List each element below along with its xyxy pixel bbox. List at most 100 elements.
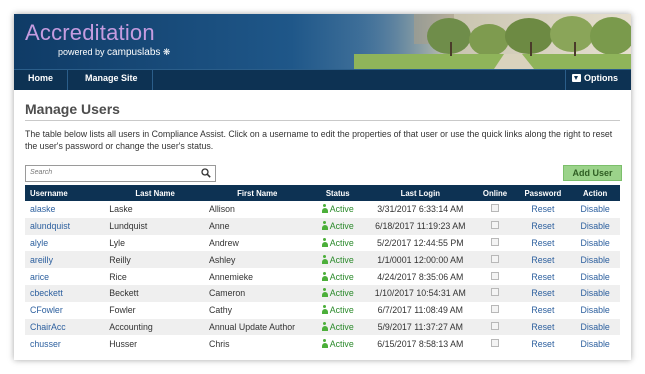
col-action[interactable]: Action [570,185,620,201]
online-cell [475,235,516,252]
reset-password-link[interactable]: Reset [515,218,570,235]
chevron-down-icon [572,74,581,82]
last-login-cell: 6/18/2017 11:19:23 AM [375,221,466,232]
app-window: Accreditation powered by campuslabs ❋ Ho… [14,14,631,360]
user-icon [321,204,328,214]
username-link[interactable]: chusser [25,335,105,352]
user-icon [321,288,328,298]
col-online[interactable]: Online [475,185,516,201]
status-label: Active [329,204,354,215]
first-name-cell: Chris [209,338,230,349]
reset-password-link[interactable]: Reset [515,201,570,218]
last-name-cell: Laske [109,204,133,215]
col-username[interactable]: Username [25,185,105,201]
disable-user-link[interactable]: Disable [570,302,620,319]
disable-user-link[interactable]: Disable [570,335,620,352]
username-link[interactable]: areilly [25,251,105,268]
last-name-cell: Beckett [109,288,139,299]
disable-user-link[interactable]: Disable [570,218,620,235]
first-name-cell: Anne [209,221,230,232]
username-link[interactable]: ChairAcc [25,319,105,336]
user-icon [321,321,328,331]
search-input[interactable]: Search [25,165,216,182]
table-row: CFowler Fowler Cathy Active 6/7/2017 11:08:4… [25,301,620,319]
online-cell [475,335,516,352]
disable-user-link[interactable]: Disable [570,251,620,268]
user-icon [321,221,328,231]
online-cell [475,201,516,218]
last-name-cell: Fowler [109,305,136,316]
first-name-cell: Allison [209,204,235,215]
reset-password-link[interactable]: Reset [515,285,570,302]
brand-title: Accreditation [25,20,155,45]
status-link[interactable]: Active [309,235,366,252]
online-cell [475,251,516,268]
last-name-cell: Reilly [109,254,131,265]
username-link[interactable]: alyle [25,235,105,252]
username-link[interactable]: arice [25,268,105,285]
username-link[interactable]: CFowler [25,302,105,319]
status-link[interactable]: Active [309,335,366,352]
table-row: arice Rice Annemieke Active 4/24/2017 8:35:0… [25,268,620,285]
status-link[interactable]: Active [309,218,366,235]
status-label: Active [329,271,354,282]
username-link[interactable]: alaske [25,201,105,218]
reset-password-link[interactable]: Reset [515,235,570,252]
nav-divider [565,70,566,90]
col-password[interactable]: Password [515,185,570,201]
last-login-cell: 1/1/0001 12:00:00 AM [377,254,464,265]
status-link[interactable]: Active [309,251,366,268]
col-status[interactable]: Status [309,185,366,201]
status-link[interactable]: Active [309,285,366,302]
disable-user-link[interactable]: Disable [570,268,620,285]
add-user-button[interactable]: Add User [563,165,622,181]
first-name-cell: Ashley [209,254,236,265]
powered-by-text: powered by [58,47,105,57]
header-banner: Accreditation powered by campuslabs ❋ [14,14,631,69]
campus-photo [354,14,631,69]
nav-home[interactable]: Home [28,73,53,83]
col-first-name[interactable]: First Name [205,185,309,201]
reset-password-link[interactable]: Reset [515,268,570,285]
nav-manage-site[interactable]: Manage Site [85,73,138,83]
reset-password-link[interactable]: Reset [515,302,570,319]
status-link[interactable]: Active [309,201,366,218]
online-cell [475,319,516,336]
user-icon [321,254,328,264]
online-cell [475,285,516,302]
status-link[interactable]: Active [309,319,366,336]
page-description: The table below lists all users in Compl… [25,129,613,151]
reset-password-link[interactable]: Reset [515,251,570,268]
user-icon [321,237,328,247]
last-name-cell: Rice [109,271,127,282]
page-title: Manage Users [25,101,120,117]
last-login-cell: 3/31/2017 6:33:14 AM [377,204,464,215]
reset-password-link[interactable]: Reset [515,319,570,336]
last-login-cell: 4/24/2017 8:35:06 AM [377,271,464,282]
last-name-cell: Lundquist [109,221,148,232]
last-name-cell: Husser [109,338,138,349]
search-placeholder: Search [30,169,53,176]
last-name-cell: Accounting [109,321,153,332]
disable-user-link[interactable]: Disable [570,319,620,336]
search-icon[interactable] [201,168,211,178]
status-link[interactable]: Active [309,302,366,319]
nav-options[interactable]: Options [572,73,618,83]
nav-options-label: Options [584,73,618,83]
reset-password-link[interactable]: Reset [515,335,570,352]
disable-user-link[interactable]: Disable [570,201,620,218]
online-checkbox [491,237,500,246]
col-last-name[interactable]: Last Name [105,185,205,201]
status-link[interactable]: Active [309,268,366,285]
status-label: Active [329,254,354,265]
online-cell [475,268,516,285]
first-name-cell: Andrew [209,237,239,248]
online-checkbox [491,305,500,314]
disable-user-link[interactable]: Disable [570,285,620,302]
table-row: cbeckett Beckett Cameron Active 1/10/2017 10… [25,284,620,302]
last-login-cell: 1/10/2017 10:54:31 AM [374,288,466,299]
col-last-login[interactable]: Last Login [366,185,475,201]
username-link[interactable]: alundquist [25,218,105,235]
disable-user-link[interactable]: Disable [570,235,620,252]
username-link[interactable]: cbeckett [25,285,105,302]
